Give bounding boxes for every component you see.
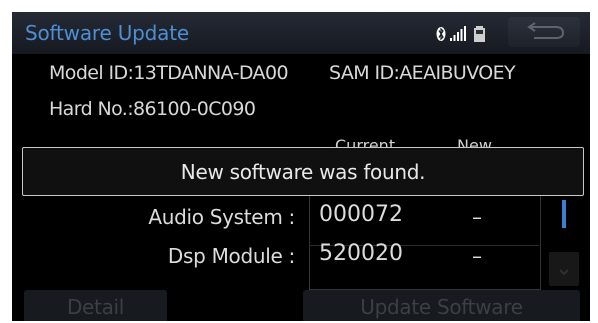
scrollbar-thumb[interactable] (562, 200, 566, 228)
sam-id-text: SAM ID:AEAIBUVOEY (329, 62, 516, 84)
chevron-down-icon (559, 269, 569, 276)
status-icon-group (436, 26, 485, 42)
back-arrow-icon (527, 22, 565, 39)
status-icons (436, 24, 496, 44)
scroll-down-button[interactable] (549, 252, 579, 286)
signal-icon (450, 26, 466, 41)
back-button[interactable] (508, 17, 580, 47)
hard-no-text: Hard No.:86100-0C090 (49, 98, 256, 120)
audio-system-label: Audio System : (148, 205, 295, 229)
battery-icon (474, 26, 485, 42)
bluetooth-icon (436, 27, 446, 41)
head-unit-screen: Software Update Model ID:13TDANNA-DA00 S… (12, 12, 590, 321)
dsp-module-label: Dsp Module : (167, 244, 295, 268)
audio-system-new-version: – (472, 205, 482, 229)
dsp-module-current-version: 520020 (319, 241, 403, 266)
dsp-module-new-version: – (472, 244, 482, 268)
detail-button[interactable]: Detail (24, 290, 167, 321)
header-bar: Software Update (12, 12, 590, 54)
audio-system-current-version: 000072 (319, 202, 403, 227)
software-found-dialog[interactable]: New software was found. (22, 147, 584, 196)
dialog-message: New software was found. (180, 159, 426, 184)
page-title: Software Update (25, 21, 189, 45)
update-software-button[interactable]: Update Software (303, 290, 580, 321)
model-id-text: Model ID:13TDANNA-DA00 (49, 62, 289, 84)
